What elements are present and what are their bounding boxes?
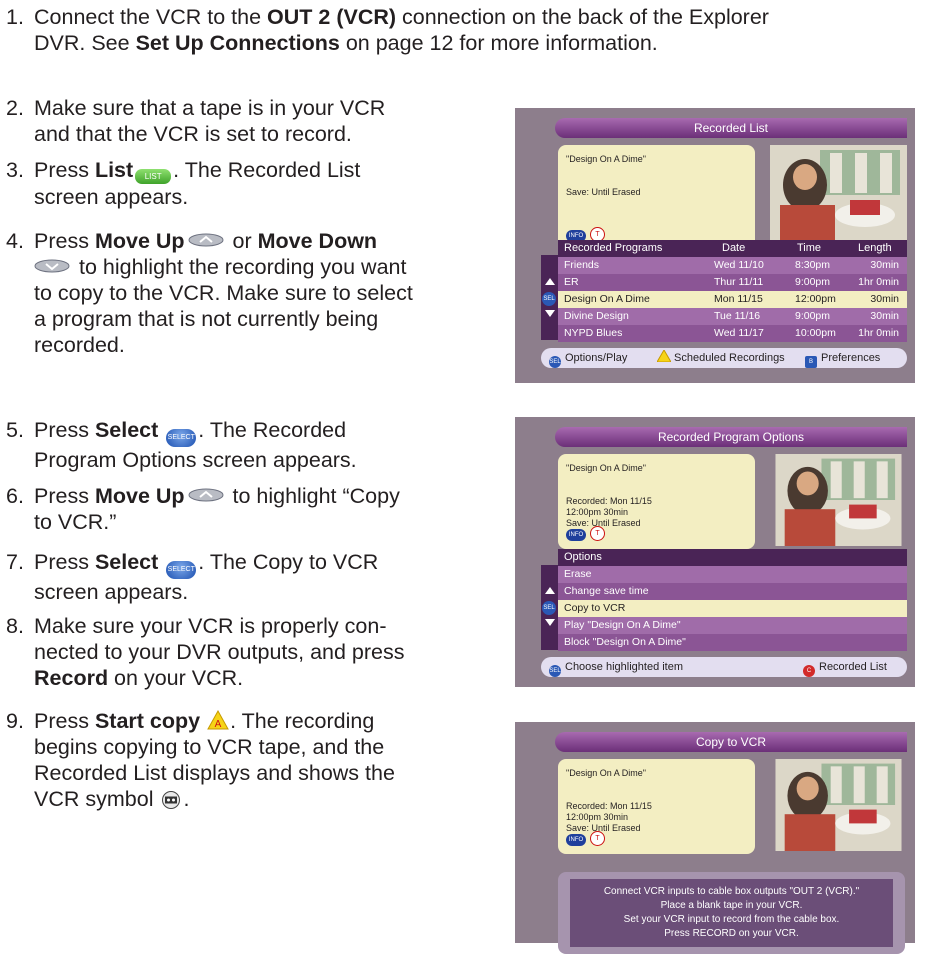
options-header: Options	[558, 549, 907, 566]
select-icon: SEL	[549, 356, 561, 368]
program-description: "Design On A Dime" Recorded: Mon 11/15 1…	[558, 454, 755, 549]
screen-footer: SEL Choose highlighted item C Recorded Lis…	[541, 657, 907, 677]
menu-item-change-save-time[interactable]: Change save time	[558, 583, 907, 600]
table-row-selected[interactable]: Design On A Dime Mon 11/15 12:00pm 30min	[558, 291, 907, 308]
c-button-icon: C	[803, 665, 815, 677]
screen-title: Recorded Program Options	[555, 427, 907, 447]
step-3: 3. Press List LIST. The Recorded List scre…	[6, 158, 361, 209]
step-6: 6. Press Move Up to highlight “Copy to VC…	[6, 484, 400, 534]
program-thumbnail	[775, 759, 902, 851]
table-row[interactable]: ER Thur 11/11 9:00pm 1hr 0min	[558, 274, 907, 291]
scroll-down-icon	[545, 619, 555, 626]
recorded-program-options-screen: Recorded Program Options "Design On A Di…	[515, 417, 915, 687]
instruction-box: Connect VCR inputs to cable box outputs …	[558, 872, 905, 954]
move-up-icon	[188, 233, 224, 247]
scroll-up-icon	[545, 278, 555, 285]
menu-item-play[interactable]: Play "Design On A Dime"	[558, 617, 907, 634]
select-button-icon: SELECT	[166, 561, 197, 579]
info-icon: INFO	[566, 834, 586, 846]
table-row[interactable]: Divine Design Tue 11/16 9:00pm 30min	[558, 308, 907, 325]
program-description: "Design On A Dime" Recorded: Mon 11/15 1…	[558, 759, 755, 854]
screen-footer: SEL Options/Play Scheduled Recordings B Pr…	[541, 348, 907, 368]
step-9: 9. Press Start copy A. The recording begi…	[6, 709, 395, 811]
program-thumbnail	[775, 454, 902, 546]
menu-item-copy-to-vcr[interactable]: Copy to VCR	[558, 600, 907, 617]
instruction-message: Connect VCR inputs to cable box outputs …	[570, 879, 893, 947]
svg-text:A: A	[215, 719, 222, 730]
select-button-icon: SELECT	[166, 429, 197, 447]
select-icon: SEL	[542, 292, 556, 306]
lock-icon: T	[590, 526, 605, 541]
step-5: 5. Press Select SELECT. The Recorded Prog…	[6, 418, 357, 472]
info-icon: INFO	[566, 529, 586, 541]
step-number: 1.	[6, 5, 24, 29]
program-description: "Design On A Dime" Save: Until Erased IN…	[558, 145, 755, 250]
lock-icon: T	[590, 831, 605, 846]
table-row[interactable]: Friends Wed 11/10 8:30pm 30min	[558, 257, 907, 274]
screen-title: Recorded List	[555, 118, 907, 138]
list-button-icon: LIST	[135, 169, 172, 184]
select-icon: SEL	[542, 601, 556, 615]
scroll-up-icon	[545, 587, 555, 594]
select-icon: SEL	[549, 665, 561, 677]
a-button-icon: A	[207, 710, 229, 730]
menu-item-erase[interactable]: Erase	[558, 566, 907, 583]
screen-title: Copy to VCR	[555, 732, 907, 752]
step-2: 2. Make sure that a tape is in your VCR a…	[6, 96, 386, 146]
program-thumbnail	[770, 145, 907, 245]
move-up-icon	[188, 488, 224, 502]
move-down-icon	[34, 259, 70, 273]
menu-item-block[interactable]: Block "Design On A Dime"	[558, 634, 907, 651]
table-row[interactable]: NYPD Blues Wed 11/17 10:00pm 1hr 0min	[558, 325, 907, 342]
b-button-icon: B	[805, 356, 817, 368]
step-7: 7. Press Select SELECT. The Copy to VCR s…	[6, 550, 379, 604]
copy-to-vcr-screen: Copy to VCR "Design On A Dime" Recorded:…	[515, 722, 915, 954]
scroll-down-icon	[545, 310, 555, 317]
a-button-icon	[656, 349, 672, 363]
step-8: 8. Make sure your VCR is properly con- ne…	[6, 614, 405, 690]
table-header: Recorded Programs Date Time Length	[558, 240, 907, 257]
vcr-icon	[162, 791, 181, 809]
recorded-list-screen: Recorded List "Design On A Dime" Save: U…	[515, 108, 915, 383]
step-1: 1. Connect the VCR to the OUT 2 (VCR) con…	[6, 5, 769, 55]
step-4: 4. Press Move Up or Move Down to highligh…	[6, 229, 413, 357]
